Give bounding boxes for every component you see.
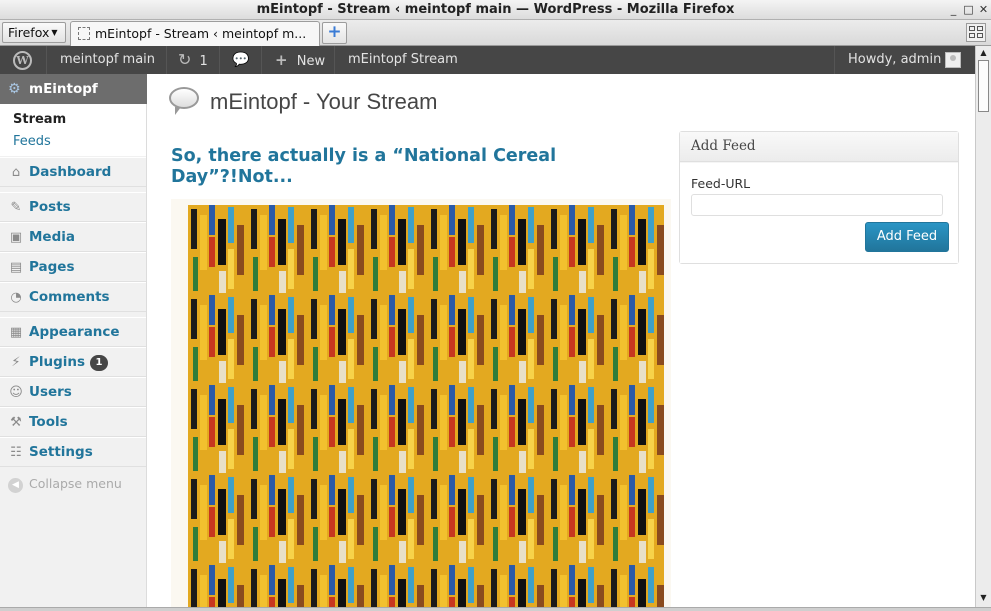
new-tab-button[interactable]: +: [322, 22, 347, 44]
add-feed-widget-body: Feed-URL Add Feed: [680, 163, 958, 263]
refresh-icon: ↻: [178, 50, 192, 69]
users-icon: ☺: [9, 385, 23, 400]
menu-item-meintopf[interactable]: ⚙ mEintopf: [0, 74, 155, 104]
grid-icon-cell: [977, 26, 983, 31]
sidebar-item-posts[interactable]: ✎ Posts: [0, 192, 146, 222]
avatar[interactable]: [945, 52, 961, 68]
caret-down-icon: ▼: [51, 28, 58, 37]
speech-bubble-icon: 💬: [232, 52, 250, 68]
sidebar-item-plugins[interactable]: ⚡ Plugins 1: [0, 347, 146, 377]
dashboard-icon: ⌂: [11, 165, 21, 180]
wp-admin-bar: W meintopf main ↻ 1 💬 + New mEintopf Str…: [0, 46, 975, 74]
plugins-update-badge: 1: [90, 355, 108, 371]
window-titlebar: mEintopf - Stream ‹ meintopf main — Word…: [0, 0, 991, 20]
sidebar-item-label: Users: [29, 384, 72, 400]
post-title-link[interactable]: So, there actually is a “National Cereal…: [171, 146, 601, 188]
sidebar-item-label: Media: [29, 229, 75, 245]
settings-icon: ☷: [10, 445, 22, 460]
divider: [219, 46, 220, 74]
firefox-menu-label: Firefox: [8, 25, 50, 40]
submenu-item-feeds[interactable]: Feeds: [13, 134, 51, 149]
add-feed-widget-title: Add Feed: [680, 132, 958, 162]
maximize-icon[interactable]: □: [962, 3, 975, 16]
add-feed-button[interactable]: Add Feed: [865, 222, 949, 252]
comments-link[interactable]: 💬: [232, 46, 249, 74]
sidebar-item-label: Posts: [29, 199, 71, 215]
tools-icon: ⚒: [10, 415, 22, 430]
sidebar-item-tools[interactable]: ⚒ Tools: [0, 407, 146, 437]
divider: [834, 46, 835, 74]
divider: [261, 46, 262, 74]
feed-url-label: Feed-URL: [691, 176, 751, 191]
tab-title: mEintopf - Stream ‹ meintopf m...: [95, 26, 307, 41]
firefox-menu-button[interactable]: Firefox ▼: [2, 22, 66, 43]
gear-icon: ⚙: [8, 81, 21, 97]
sidebar-item-label: Settings: [29, 444, 93, 460]
main-content: mEintopf - Your Stream So, there actuall…: [147, 74, 975, 607]
sidebar-item-label: Pages: [29, 259, 75, 275]
site-name-link[interactable]: meintopf main: [60, 46, 155, 74]
admin-sidebar: ⚙ mEintopf Stream Feeds ⌂ Dashboard ✎ Po…: [0, 74, 155, 607]
comments-icon: ◔: [10, 290, 22, 305]
divider: [46, 46, 47, 74]
scrollbar-thumb[interactable]: [978, 60, 989, 112]
sidebar-item-media[interactable]: ▣ Media: [0, 222, 146, 252]
sidebar-item-comments[interactable]: ◔ Comments: [0, 282, 146, 312]
vertical-scrollbar[interactable]: ▲ ▼: [975, 46, 991, 607]
stream-speech-bubble-icon: [169, 87, 199, 115]
pin-icon: ✎: [10, 200, 22, 215]
collapse-arrow-icon: ◀: [8, 478, 23, 493]
collapse-menu-button[interactable]: ◀ Collapse menu: [8, 476, 122, 493]
post-image[interactable]: [171, 199, 671, 607]
sidebar-item-users[interactable]: ☺ Users: [0, 377, 146, 407]
scroll-down-icon[interactable]: ▼: [976, 591, 991, 605]
collapse-menu-label: Collapse menu: [29, 476, 122, 491]
window-title: mEintopf - Stream ‹ meintopf main — Word…: [256, 2, 735, 17]
updates-link[interactable]: ↻ 1: [178, 46, 208, 74]
wordpress-logo-icon[interactable]: W: [13, 51, 32, 70]
favicon-placeholder-icon: [78, 27, 90, 40]
divider: [334, 46, 335, 74]
menu-item-meintopf-label: mEintopf: [29, 81, 98, 97]
appearance-icon: ▦: [9, 325, 23, 340]
collage-artwork-image: [188, 205, 664, 607]
grid-icon-cell: [977, 33, 983, 38]
minimize-icon[interactable]: _: [947, 3, 960, 16]
media-icon: ▣: [9, 230, 23, 245]
add-feed-widget: Add Feed Feed-URL Add Feed: [679, 131, 959, 264]
meintopf-submenu: Stream Feeds: [0, 104, 146, 156]
tab-strip: Firefox ▼ mEintopf - Stream ‹ meintopf m.…: [0, 20, 991, 46]
divider: [166, 46, 167, 74]
sidebar-item-settings[interactable]: ☷ Settings: [0, 437, 146, 467]
status-bar: [0, 607, 991, 611]
grid-icon: [969, 26, 975, 31]
sidebar-item-label: Appearance: [29, 324, 120, 340]
new-content-link[interactable]: + New: [275, 46, 325, 74]
howdy-account-link[interactable]: Howdy, admin: [848, 46, 941, 74]
close-icon[interactable]: ✕: [977, 3, 990, 16]
browser-tab-active[interactable]: mEintopf - Stream ‹ meintopf m...: [70, 21, 320, 46]
updates-count: 1: [199, 54, 208, 69]
scroll-up-icon[interactable]: ▲: [976, 46, 991, 60]
submenu-item-stream[interactable]: Stream: [13, 112, 66, 127]
pages-icon: ▤: [9, 260, 23, 275]
sidebar-item-label: Tools: [29, 414, 68, 430]
tab-groups-button[interactable]: [966, 23, 986, 42]
stream-link[interactable]: mEintopf Stream: [348, 46, 458, 74]
feed-url-input[interactable]: [691, 194, 943, 216]
page-title: mEintopf - Your Stream: [210, 89, 438, 114]
sidebar-item-appearance[interactable]: ▦ Appearance: [0, 317, 146, 347]
sidebar-item-label: Dashboard: [29, 164, 112, 180]
new-label: New: [296, 54, 326, 69]
grid-icon-cell: [969, 33, 975, 38]
plus-icon: +: [275, 51, 288, 69]
plugins-icon: ⚡: [11, 355, 21, 370]
sidebar-item-label: Comments: [29, 289, 110, 305]
sidebar-item-pages[interactable]: ▤ Pages: [0, 252, 146, 282]
sidebar-item-dashboard[interactable]: ⌂ Dashboard: [0, 157, 146, 187]
sidebar-item-label: Plugins: [29, 354, 86, 370]
